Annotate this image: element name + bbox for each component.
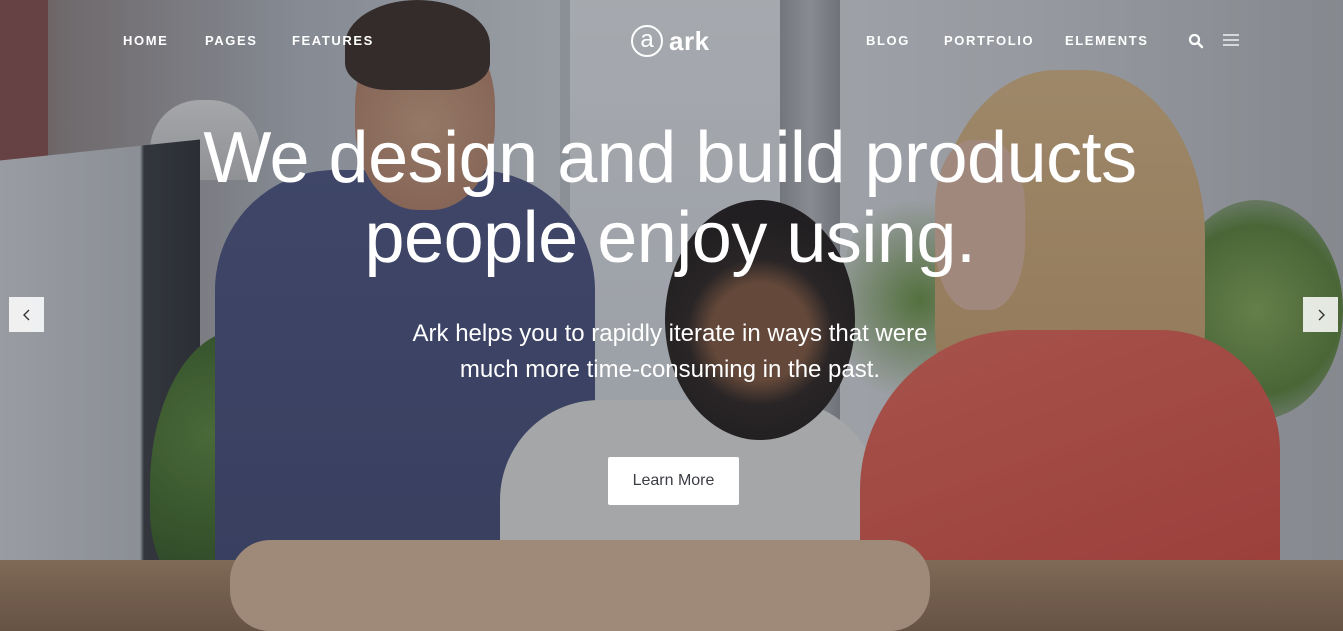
hero-subheading-line-2: much more time-consuming in the past.	[459, 356, 881, 383]
search-icon[interactable]	[1188, 33, 1204, 49]
hero-headline-line-2: people enjoy using.	[364, 198, 976, 278]
nav-link-blog[interactable]: BLOG	[866, 33, 910, 48]
logo-mark: a	[631, 25, 663, 57]
logo-text: ark	[669, 25, 710, 56]
menu-icon[interactable]	[1223, 33, 1239, 47]
nav-link-portfolio[interactable]: PORTFOLIO	[944, 33, 1034, 48]
chevron-left-icon	[22, 309, 29, 320]
nav-link-home[interactable]: HOME	[123, 33, 168, 48]
hero-headline-line-1: We design and build products	[203, 118, 1137, 198]
chevron-right-icon	[1318, 309, 1325, 320]
nav-link-features[interactable]: FEATURES	[292, 33, 374, 48]
hero-subheading: Ark helps you to rapidly iterate in ways…	[330, 316, 1010, 388]
site-header: HOME PAGES FEATURES a ark BLOG PORTFOLIO…	[0, 0, 1343, 82]
hero-headline: We design and build products people enjo…	[120, 118, 1220, 278]
nav-link-pages[interactable]: PAGES	[205, 33, 258, 48]
hero-subheading-line-1: Ark helps you to rapidly iterate in ways…	[412, 320, 928, 347]
site-logo[interactable]: a ark	[631, 20, 710, 62]
learn-more-button[interactable]: Learn More	[608, 457, 739, 505]
slider-next-button[interactable]	[1303, 297, 1338, 332]
slider-prev-button[interactable]	[9, 297, 44, 332]
nav-link-elements[interactable]: ELEMENTS	[1065, 33, 1149, 48]
